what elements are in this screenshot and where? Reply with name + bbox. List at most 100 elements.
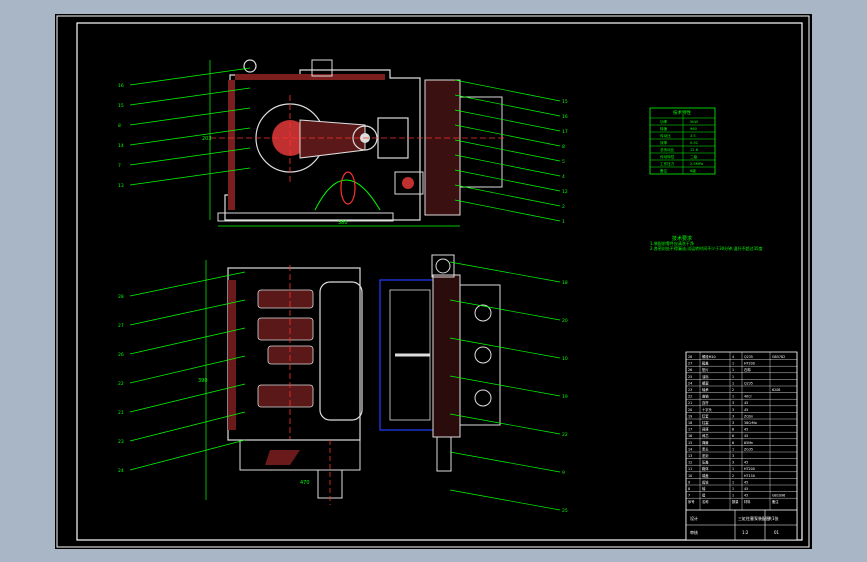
- parts-cell: 23: [688, 388, 692, 392]
- parts-cell: 17: [688, 428, 692, 432]
- callout-label-br-6: 25: [562, 508, 568, 514]
- tech-row-key: 工作压力: [660, 161, 675, 166]
- tech-row-value: 6级: [690, 168, 696, 173]
- tech-row-value: 5kW: [690, 120, 698, 124]
- callout-label-tr-0: 15: [562, 99, 568, 105]
- callout-label-br-3: 19: [562, 394, 568, 400]
- parts-cell: 连杆: [702, 400, 709, 405]
- parts-cell: Q235: [744, 381, 753, 385]
- drain-plug: [402, 177, 414, 189]
- parts-cell: 19: [688, 414, 692, 418]
- callout-label-bl-5: 23: [118, 439, 124, 445]
- cad-drawing-canvas: 380 203 390 470 161581471315161785412212…: [55, 14, 812, 549]
- parts-header-cell: 序号: [688, 499, 695, 504]
- parts-cell: 1: [732, 494, 734, 498]
- title-block-sheet: 共1张: [768, 515, 779, 521]
- parts-cell: 12: [688, 461, 692, 465]
- housing-wall-left: [228, 80, 235, 210]
- parts-cell: ZG35: [744, 447, 753, 451]
- callout-label-tl-3: 14: [118, 143, 124, 149]
- tech-row-value: 2.5MPa: [690, 162, 703, 166]
- parts-cell: 1: [732, 368, 734, 372]
- parts-cell: 螺塞: [702, 380, 709, 385]
- callout-label-tr-6: 12: [562, 189, 568, 195]
- parts-cell: 石棉: [744, 367, 751, 372]
- callout-label-bl-1: 27: [118, 323, 124, 329]
- callout-label-bl-6: 24: [118, 468, 124, 474]
- parts-cell: 齿轮: [702, 479, 709, 484]
- parts-cell: 柱塞: [702, 420, 709, 425]
- parts-cell: 箱体: [702, 466, 709, 471]
- parts-cell: 1: [732, 487, 734, 491]
- parts-cell: 阀芯: [702, 433, 709, 438]
- parts-cell: 9: [688, 480, 690, 484]
- parts-cell: 45: [744, 480, 748, 484]
- parts-header-cell: 名称: [702, 499, 709, 504]
- callout-label-tl-5: 13: [118, 183, 124, 189]
- title-block-designer: 设计: [690, 515, 698, 521]
- crank-throw-3: [267, 345, 314, 365]
- tech-row-value: 12.6: [690, 148, 699, 152]
- parts-cell: 6: [732, 428, 734, 432]
- parts-cell: 垫片: [702, 367, 709, 372]
- parts-cell: ZQSn: [744, 414, 753, 418]
- callout-label-tr-1: 16: [562, 114, 568, 120]
- parts-cell: 27: [688, 362, 692, 366]
- title-block-title: 三缸柱塞泵装配图: [738, 515, 770, 521]
- dim-top-height: 203: [202, 136, 212, 142]
- parts-cell: 轴承: [702, 387, 709, 392]
- crank-throw-4: [257, 384, 314, 408]
- callout-label-br-1: 20: [562, 318, 568, 324]
- parts-cell: 22: [688, 395, 692, 399]
- parts-cell: 螺栓M10: [702, 354, 716, 359]
- parts-cell: 1: [732, 467, 734, 471]
- callout-label-tr-8: 1: [562, 219, 565, 225]
- callout-label-br-0: 18: [562, 280, 568, 286]
- callout-label-br-2: 10: [562, 356, 568, 362]
- callout-label-br-5: 9: [562, 470, 565, 476]
- parts-cell: 缸套: [702, 413, 709, 418]
- parts-cell: GB1096: [772, 494, 785, 498]
- parts-cell: 弹簧: [702, 440, 709, 445]
- title-block-scale: 1:2: [742, 530, 749, 535]
- parts-cell: 18: [688, 421, 692, 425]
- parts-cell: 45: [744, 428, 748, 432]
- parts-cell: 15: [688, 441, 692, 445]
- parts-cell: 2: [732, 474, 734, 478]
- parts-cell: 端盖: [702, 473, 709, 478]
- parts-header-cell: 备注: [772, 499, 779, 504]
- parts-cell: 3: [732, 414, 734, 418]
- dim-bottom-width: 470: [300, 480, 310, 486]
- parts-cell: 箱盖: [702, 361, 709, 366]
- parts-cell: 密封: [702, 453, 709, 458]
- callout-label-tl-4: 7: [118, 163, 121, 169]
- tech-row-key: 传动特性: [660, 154, 675, 159]
- callout-label-bl-0: 28: [118, 294, 124, 300]
- parts-cell: 8: [688, 487, 690, 491]
- parts-cell: 4: [732, 355, 734, 359]
- pump-head-plan: [432, 274, 461, 438]
- tech-row-value: 960: [690, 127, 698, 131]
- callout-label-bl-4: 21: [118, 410, 124, 416]
- parts-cell: 65Mn: [744, 441, 753, 445]
- parts-cell: 45: [744, 487, 748, 491]
- parts-cell: Q235: [744, 355, 753, 359]
- parts-cell: 25: [688, 375, 692, 379]
- parts-cell: 泵头: [702, 446, 709, 451]
- pump-head: [424, 79, 461, 216]
- parts-cell: 16: [688, 434, 692, 438]
- parts-cell: 1: [732, 381, 734, 385]
- callout-label-tl-0: 16: [118, 83, 124, 89]
- parts-cell: 油标: [702, 374, 709, 379]
- dim-bottom-height: 390: [198, 378, 208, 384]
- parts-cell: 3: [732, 408, 734, 412]
- parts-cell: HT150: [744, 474, 755, 478]
- tech-row-key: 总传动比: [660, 147, 675, 152]
- parts-cell: 十字头: [702, 407, 713, 412]
- parts-cell: 6208: [772, 388, 780, 392]
- parts-cell: 1: [732, 362, 734, 366]
- tech-table-header: 技术特性: [673, 109, 691, 116]
- tech-row-key: 效率: [660, 140, 668, 145]
- parts-cell: 38CrMo: [744, 421, 757, 425]
- callout-label-bl-3: 22: [118, 381, 124, 387]
